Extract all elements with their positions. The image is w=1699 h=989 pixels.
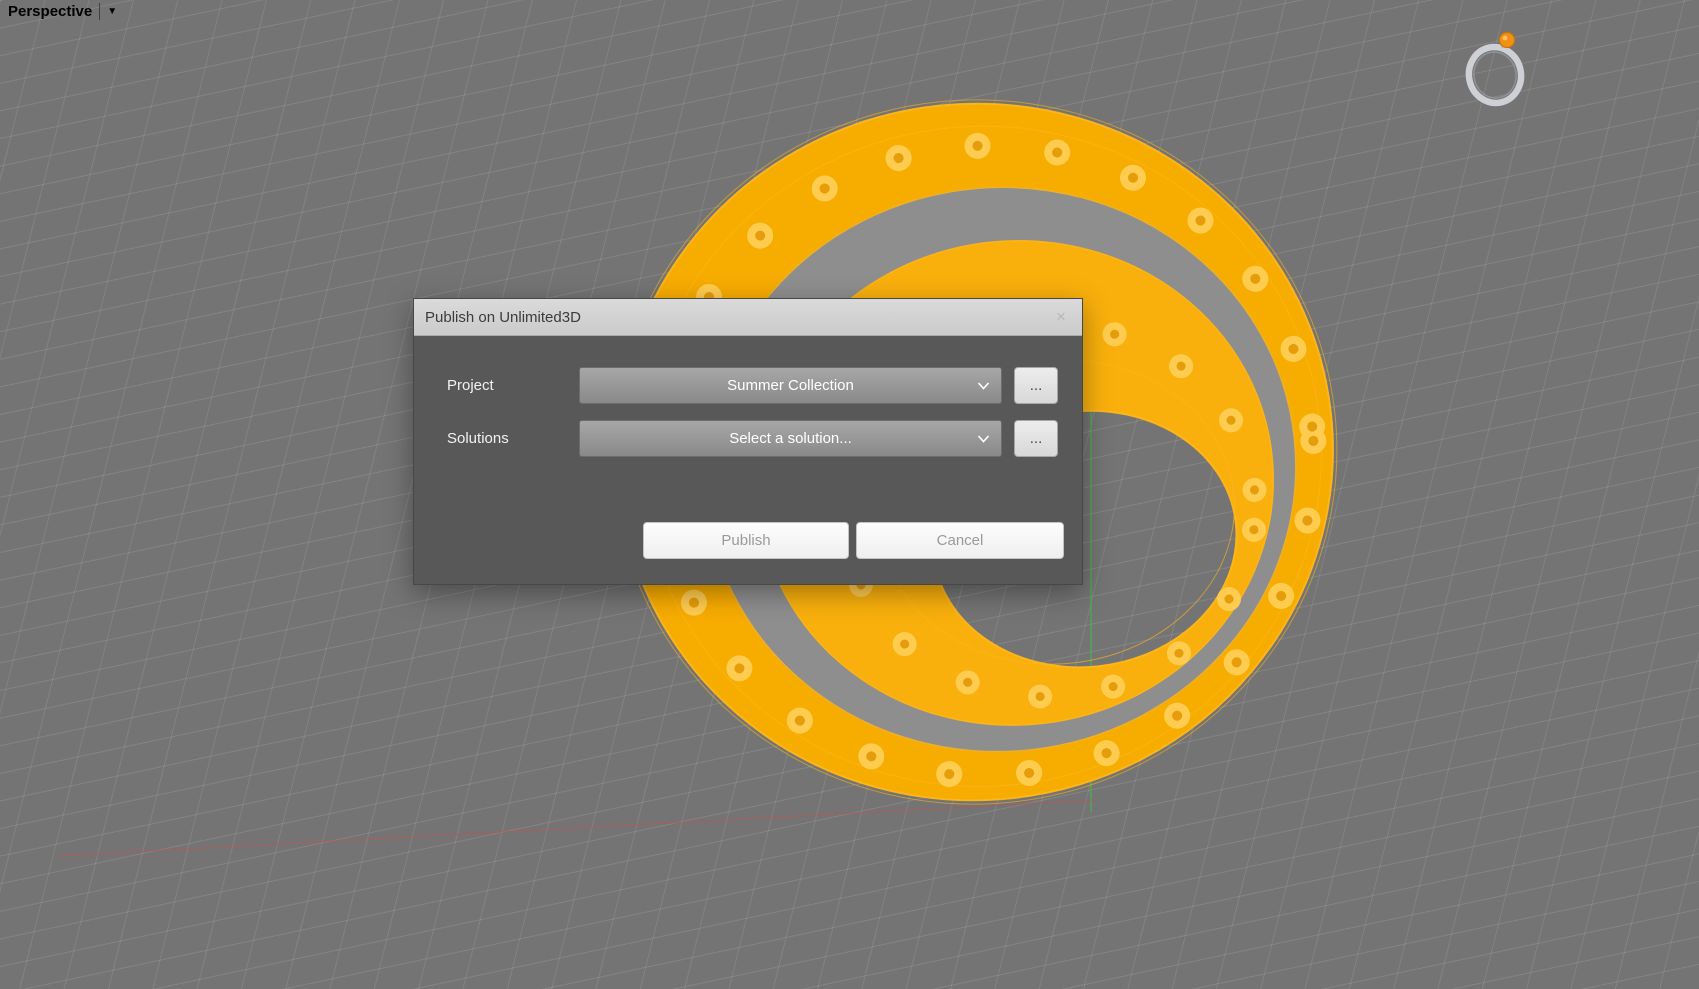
dialog-title: Publish on Unlimited3D [425, 309, 581, 326]
cancel-button[interactable]: Cancel [856, 522, 1064, 559]
ring-icon [1455, 25, 1535, 113]
chevron-down-icon[interactable]: ▼ [107, 7, 117, 17]
solutions-label: Solutions [447, 420, 509, 457]
x-axis-line [55, 800, 1096, 856]
solutions-select-value: Select a solution... [729, 430, 852, 447]
project-label: Project [447, 367, 494, 404]
publish-button[interactable]: Publish [643, 522, 849, 559]
project-select-value: Summer Collection [727, 377, 854, 394]
ellipsis-icon: ... [1030, 377, 1043, 394]
chevron-down-icon [977, 381, 990, 390]
solutions-browse-button[interactable]: ... [1014, 420, 1058, 457]
ring-icon-gem [1500, 33, 1515, 48]
ring-icon-gem-highlight [1503, 36, 1508, 41]
solutions-select[interactable]: Select a solution... [579, 420, 1002, 457]
project-browse-button[interactable]: ... [1014, 367, 1058, 404]
viewport-title-divider [99, 3, 100, 20]
viewport-title: Perspective [8, 3, 92, 20]
close-icon: × [1056, 307, 1066, 327]
chevron-down-icon [977, 434, 990, 443]
dialog-titlebar[interactable]: Publish on Unlimited3D × [414, 299, 1082, 336]
close-button[interactable]: × [1048, 305, 1074, 329]
publish-button-label: Publish [721, 532, 770, 549]
publish-dialog: Publish on Unlimited3D × Project Summer … [413, 298, 1083, 585]
cancel-button-label: Cancel [937, 532, 984, 549]
viewport-title-menu[interactable]: Perspective ▼ [8, 3, 117, 20]
ellipsis-icon: ... [1030, 430, 1043, 447]
project-select[interactable]: Summer Collection [579, 367, 1002, 404]
